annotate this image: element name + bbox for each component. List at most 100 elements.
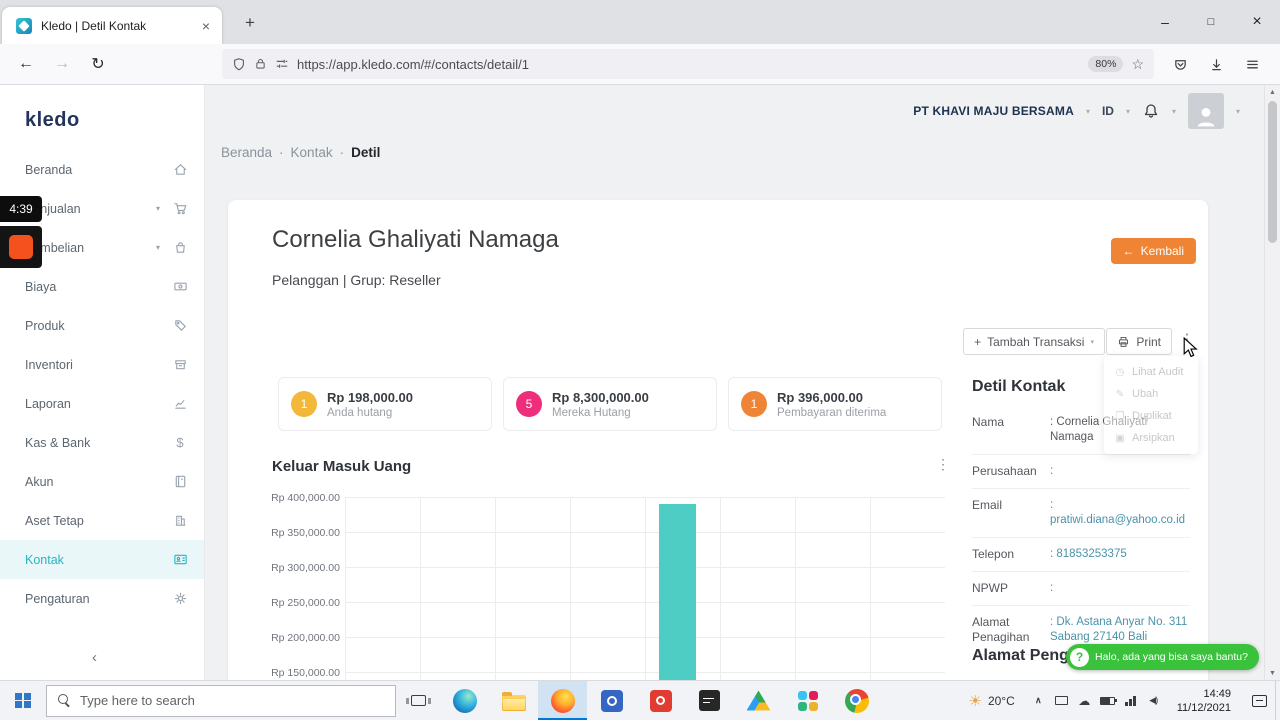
tambah-transaksi-button[interactable]: + Tambah Transaksi ▾ bbox=[963, 328, 1105, 355]
search-input[interactable] bbox=[80, 693, 384, 708]
contact-detail-card: Cornelia Ghaliyati Namaga Pelanggan | Gr… bbox=[228, 200, 1208, 680]
zoom-badge[interactable]: 80% bbox=[1088, 56, 1124, 72]
volume-icon[interactable]: ◀) bbox=[1142, 695, 1165, 706]
taskbar-slack-button[interactable] bbox=[783, 681, 832, 720]
breadcrumb-beranda[interactable]: Beranda bbox=[221, 145, 272, 160]
window-maximize-button[interactable]: □ bbox=[1188, 0, 1234, 44]
kembali-button[interactable]: ← Kembali bbox=[1110, 238, 1196, 264]
sidebar-item-biaya[interactable]: Biaya bbox=[0, 267, 204, 306]
windows-taskbar: ☀ 20°C ∧ ☁ ◀) 14:49 11/12/2021 bbox=[0, 680, 1280, 720]
menu-item-arsipkan[interactable]: ▣ Arsipkan bbox=[1104, 427, 1198, 449]
show-desktop-button[interactable] bbox=[1275, 681, 1280, 720]
taskbar-edge-button[interactable] bbox=[440, 681, 489, 720]
shield-icon[interactable] bbox=[232, 57, 246, 72]
chart-bar bbox=[659, 504, 696, 680]
task-view-button[interactable] bbox=[396, 681, 440, 720]
chevron-down-icon: ▾ bbox=[1085, 106, 1090, 116]
edge-icon bbox=[452, 688, 477, 713]
avatar[interactable] bbox=[1187, 93, 1224, 129]
gear-icon bbox=[172, 591, 188, 607]
plus-icon: + bbox=[974, 334, 982, 349]
download-icon[interactable] bbox=[1200, 49, 1232, 79]
field-value: : bbox=[1050, 465, 1054, 477]
start-button[interactable] bbox=[0, 681, 46, 720]
kembali-label: Kembali bbox=[1140, 244, 1184, 258]
display-icon[interactable] bbox=[1050, 696, 1073, 705]
breadcrumb-current: Detil bbox=[351, 145, 381, 160]
url-text[interactable]: https://app.kledo.com/#/contacts/detail/… bbox=[297, 57, 1080, 72]
print-button[interactable]: Print bbox=[1106, 328, 1172, 355]
building-icon bbox=[172, 513, 188, 529]
sidebar-item-aset-tetap[interactable]: Aset Tetap bbox=[0, 501, 204, 540]
taskbar-firefox-button[interactable] bbox=[538, 681, 587, 720]
taskbar-media-app-button[interactable] bbox=[636, 681, 685, 720]
notification-bell-icon[interactable] bbox=[1142, 102, 1160, 120]
tray-chevron-up-icon[interactable]: ∧ bbox=[1027, 695, 1050, 706]
taskbar-chrome-button[interactable] bbox=[832, 681, 881, 720]
field-value[interactable]: : 81853253375 bbox=[1050, 547, 1190, 562]
language-selector[interactable]: ID bbox=[1102, 104, 1114, 118]
taskbar-file-explorer-button[interactable] bbox=[489, 681, 538, 720]
sidebar-collapse-button[interactable]: ‹ bbox=[92, 649, 97, 666]
taskbar-notes-app-button[interactable] bbox=[685, 681, 734, 720]
battery-icon[interactable] bbox=[1096, 696, 1119, 705]
onedrive-cloud-icon[interactable]: ☁ bbox=[1073, 694, 1096, 708]
forward-button[interactable]: → bbox=[44, 49, 80, 79]
menu-item-ubah[interactable]: ✎ Ubah bbox=[1104, 383, 1198, 405]
lock-icon[interactable] bbox=[254, 57, 267, 71]
chart-kebab-icon[interactable]: ⋮ bbox=[936, 456, 950, 473]
sidebar-item-inventori[interactable]: Inventori bbox=[0, 345, 204, 384]
reload-button[interactable]: ↻ bbox=[80, 49, 116, 79]
stat-amount: Rp 198,000.00 bbox=[327, 389, 414, 405]
url-bar[interactable]: https://app.kledo.com/#/contacts/detail/… bbox=[222, 49, 1154, 79]
tab-close-icon[interactable]: × bbox=[198, 18, 214, 34]
taskbar-clock[interactable]: 14:49 11/12/2021 bbox=[1165, 687, 1243, 715]
sidebar-item-kontak[interactable]: Kontak bbox=[0, 540, 204, 579]
browser-toolbar: ← → ↻ https://app.kledo.com/#/contacts/d… bbox=[0, 44, 1280, 85]
window-minimize-button[interactable]: – bbox=[1142, 0, 1188, 44]
sidebar-item-label: Kontak bbox=[25, 552, 64, 567]
network-icon[interactable] bbox=[1119, 695, 1142, 706]
taskbar-search[interactable] bbox=[46, 684, 396, 717]
menu-item-lihat-audit[interactable]: ◷ Lihat Audit bbox=[1104, 361, 1198, 383]
stat-card-pembayaran-diterima[interactable]: 1 Rp 396,000.00 Pembayaran diterima bbox=[728, 377, 942, 431]
sidebar-item-label: Produk bbox=[25, 318, 65, 333]
stat-card-mereka-hutang[interactable]: 5 Rp 8,300,000.00 Mereka Hutang bbox=[503, 377, 717, 431]
ledger-book-icon bbox=[172, 474, 188, 490]
menu-hamburger-icon[interactable] bbox=[1236, 49, 1268, 79]
back-button[interactable]: ← bbox=[8, 49, 44, 79]
pocket-icon[interactable] bbox=[1164, 49, 1196, 79]
cart-icon bbox=[172, 201, 188, 217]
sidebar-item-laporan[interactable]: Laporan bbox=[0, 384, 204, 423]
stat-card-anda-hutang[interactable]: 1 Rp 198,000.00 Anda hutang bbox=[278, 377, 492, 431]
sidebar-item-pengaturan[interactable]: Pengaturan bbox=[0, 579, 204, 618]
sidebar-item-akun[interactable]: Akun bbox=[0, 462, 204, 501]
action-center-button[interactable] bbox=[1243, 681, 1275, 720]
permissions-icon[interactable] bbox=[275, 57, 289, 71]
field-value[interactable]: : pratiwi.diana@yahoo.co.id bbox=[1050, 498, 1190, 528]
browser-tab[interactable]: Kledo | Detil Kontak × bbox=[2, 7, 222, 44]
menu-item-duplikat[interactable]: ❐ Duplikat bbox=[1104, 405, 1198, 427]
window-close-button[interactable]: × bbox=[1234, 0, 1280, 44]
recorder-stop-button[interactable] bbox=[0, 226, 42, 268]
kledo-favicon-icon bbox=[16, 17, 32, 34]
scrollbar-thumb[interactable] bbox=[1268, 101, 1277, 243]
bookmark-star-icon[interactable]: ☆ bbox=[1131, 56, 1144, 73]
sidebar-item-beranda[interactable]: Beranda bbox=[0, 150, 204, 189]
sidebar-item-kas-bank[interactable]: Kas & Bank $ bbox=[0, 423, 204, 462]
scrollbar[interactable]: ▲ ▼ bbox=[1264, 85, 1280, 680]
taskbar-camera-app-button[interactable] bbox=[587, 681, 636, 720]
new-tab-button[interactable]: + bbox=[238, 13, 262, 33]
field-label: Perusahaan bbox=[972, 464, 1037, 478]
tab-title: Kledo | Detil Kontak bbox=[41, 18, 147, 33]
clock-time: 14:49 bbox=[1203, 687, 1231, 700]
weather-widget[interactable]: ☀ 20°C bbox=[956, 692, 1026, 710]
scroll-down-icon[interactable]: ▼ bbox=[1265, 666, 1280, 680]
taskbar-drive-button[interactable] bbox=[734, 681, 783, 720]
report-chart-icon bbox=[172, 396, 188, 412]
chat-widget[interactable]: ? Halo, ada yang bisa saya bantu? bbox=[1066, 644, 1259, 670]
sidebar-item-produk[interactable]: Produk bbox=[0, 306, 204, 345]
scroll-up-icon[interactable]: ▲ bbox=[1265, 85, 1280, 99]
company-selector[interactable]: PT KHAVI MAJU BERSAMA bbox=[913, 104, 1074, 118]
breadcrumb-kontak[interactable]: Kontak bbox=[291, 145, 333, 160]
